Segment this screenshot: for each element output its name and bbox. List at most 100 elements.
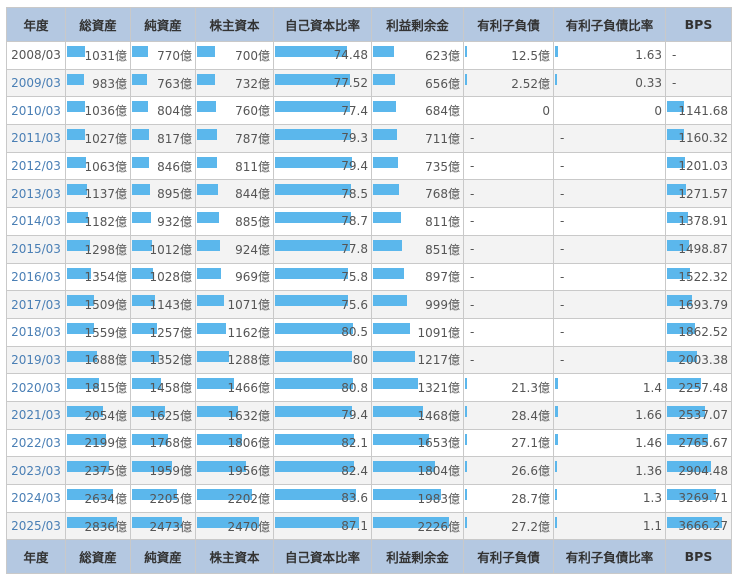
cell-bps: 1862.52	[665, 317, 732, 347]
year-link[interactable]: 2023/03	[6, 456, 66, 485]
year-link[interactable]: 2016/03	[6, 262, 66, 292]
cell-value: 1063億	[84, 159, 127, 174]
cell-value: 2226億	[417, 519, 460, 534]
year-link[interactable]: 2012/03	[6, 151, 66, 181]
cell-value: 1983億	[417, 491, 460, 506]
cell-debt_ratio: 1.1	[553, 511, 666, 541]
value-bar	[67, 46, 85, 57]
value-bar	[555, 378, 558, 390]
cell-equity: 885億	[195, 207, 274, 236]
header-retained-earnings: 利益剰余金	[371, 7, 464, 42]
cell-value: 1522.32	[678, 269, 728, 284]
cell-value: 26.6億	[511, 464, 550, 479]
value-bar	[465, 461, 467, 473]
value-bar	[67, 73, 84, 85]
year-link[interactable]: 2022/03	[6, 428, 66, 458]
year-link[interactable]: 2015/03	[6, 234, 66, 264]
cell-assets: 983億	[65, 68, 131, 98]
cell-value: 1.66	[635, 408, 662, 423]
cell-value: 1201.03	[678, 159, 728, 174]
footer-equity-ratio: 自己資本比率	[273, 539, 372, 575]
cell-ratio: 80.5	[273, 317, 372, 347]
cell-retained: 768億	[371, 179, 464, 209]
cell-value: 0.33	[635, 76, 662, 91]
cell-retained: 1321億	[371, 373, 464, 402]
cell-net: 932億	[130, 207, 196, 236]
value-bar	[373, 405, 423, 417]
cell-value: 1160.32	[678, 131, 728, 146]
cell-assets: 2054億	[65, 400, 131, 430]
cell-value: 2765.67	[678, 435, 728, 450]
cell-value: 27.1億	[511, 436, 550, 451]
year-link[interactable]: 2009/03	[6, 68, 66, 98]
year-link[interactable]: 2013/03	[6, 179, 66, 209]
cell-assets: 1509億	[65, 290, 131, 319]
cell-value: 932億	[157, 214, 192, 229]
year-link[interactable]: 2021/03	[6, 400, 66, 430]
cell-value: 2634億	[84, 491, 127, 506]
cell-net: 1012億	[130, 234, 196, 264]
cell-value: 1143億	[149, 298, 192, 313]
value-bar	[373, 46, 394, 57]
table-body: 2008/03 1031億 770億 700億 74.48 623億 12.5億 1.63-2…	[6, 41, 732, 541]
footer-total-assets: 総資産	[65, 539, 131, 575]
header-bps: BPS	[665, 7, 732, 42]
cell-debt: 28.4億	[463, 400, 554, 430]
cell-equity: 700億	[195, 41, 274, 70]
cell-retained: 999億	[371, 290, 464, 319]
cell-value: 77.8	[341, 242, 368, 257]
cell-ratio: 78.7	[273, 207, 372, 236]
cell-ratio: 77.8	[273, 234, 372, 264]
cell-ratio: 77.52	[273, 68, 372, 98]
cell-value: 623億	[425, 48, 460, 63]
value-bar	[555, 46, 558, 57]
value-bar	[197, 129, 217, 141]
value-bar	[465, 46, 467, 57]
value-bar	[275, 184, 351, 196]
footer-net-assets: 純資産	[130, 539, 196, 575]
year-link[interactable]: 2020/03	[6, 373, 66, 402]
cell-equity: 1806億	[195, 428, 274, 458]
cell-value: 80	[352, 352, 368, 367]
cell-equity: 732億	[195, 68, 274, 98]
year-link[interactable]: 2010/03	[6, 96, 66, 126]
cell-debt: -	[463, 262, 554, 292]
year-link[interactable]: 2011/03	[6, 124, 66, 153]
cell-equity: 811億	[195, 151, 274, 181]
cell-value: 2054億	[84, 408, 127, 423]
cell-value: 1378.91	[678, 214, 728, 229]
year-link[interactable]: 2014/03	[6, 207, 66, 236]
value-bar	[465, 489, 467, 500]
cell-debt_ratio: -	[553, 317, 666, 347]
cell-value: 1.4	[642, 380, 662, 395]
cell-debt_ratio: -	[553, 234, 666, 264]
value-bar	[275, 212, 351, 224]
table-row: 2024/03 2634億 2205億 2202億 83.6 1983億 28.7億 1.3 3…	[6, 484, 732, 513]
cell-value: 28.7億	[511, 491, 550, 506]
value-bar	[555, 461, 557, 473]
cell-value: 77.4	[341, 103, 368, 118]
cell-value: 844億	[235, 187, 270, 202]
cell-value: 846億	[157, 159, 192, 174]
value-bar	[373, 212, 401, 224]
year-link[interactable]: 2025/03	[6, 511, 66, 541]
value-bar	[555, 433, 558, 445]
cell-value: 28.4億	[511, 408, 550, 423]
year-link[interactable]: 2019/03	[6, 345, 66, 375]
cell-retained: 897億	[371, 262, 464, 292]
cell-equity: 2470億	[195, 511, 274, 541]
year-link[interactable]: 2018/03	[6, 317, 66, 347]
cell-debt: 28.7億	[463, 484, 554, 513]
value-bar	[555, 489, 557, 500]
value-bar	[197, 184, 218, 196]
footer-retained-earnings: 利益剰余金	[371, 539, 464, 575]
cell-assets: 1036億	[65, 96, 131, 126]
value-bar	[555, 516, 557, 528]
cell-retained: 1217億	[371, 345, 464, 375]
year-link[interactable]: 2024/03	[6, 484, 66, 513]
year-link[interactable]: 2017/03	[6, 290, 66, 319]
cell-value: 1959億	[149, 464, 192, 479]
value-bar	[373, 129, 397, 141]
cell-debt: 27.1億	[463, 428, 554, 458]
cell-value: 656億	[425, 76, 460, 91]
